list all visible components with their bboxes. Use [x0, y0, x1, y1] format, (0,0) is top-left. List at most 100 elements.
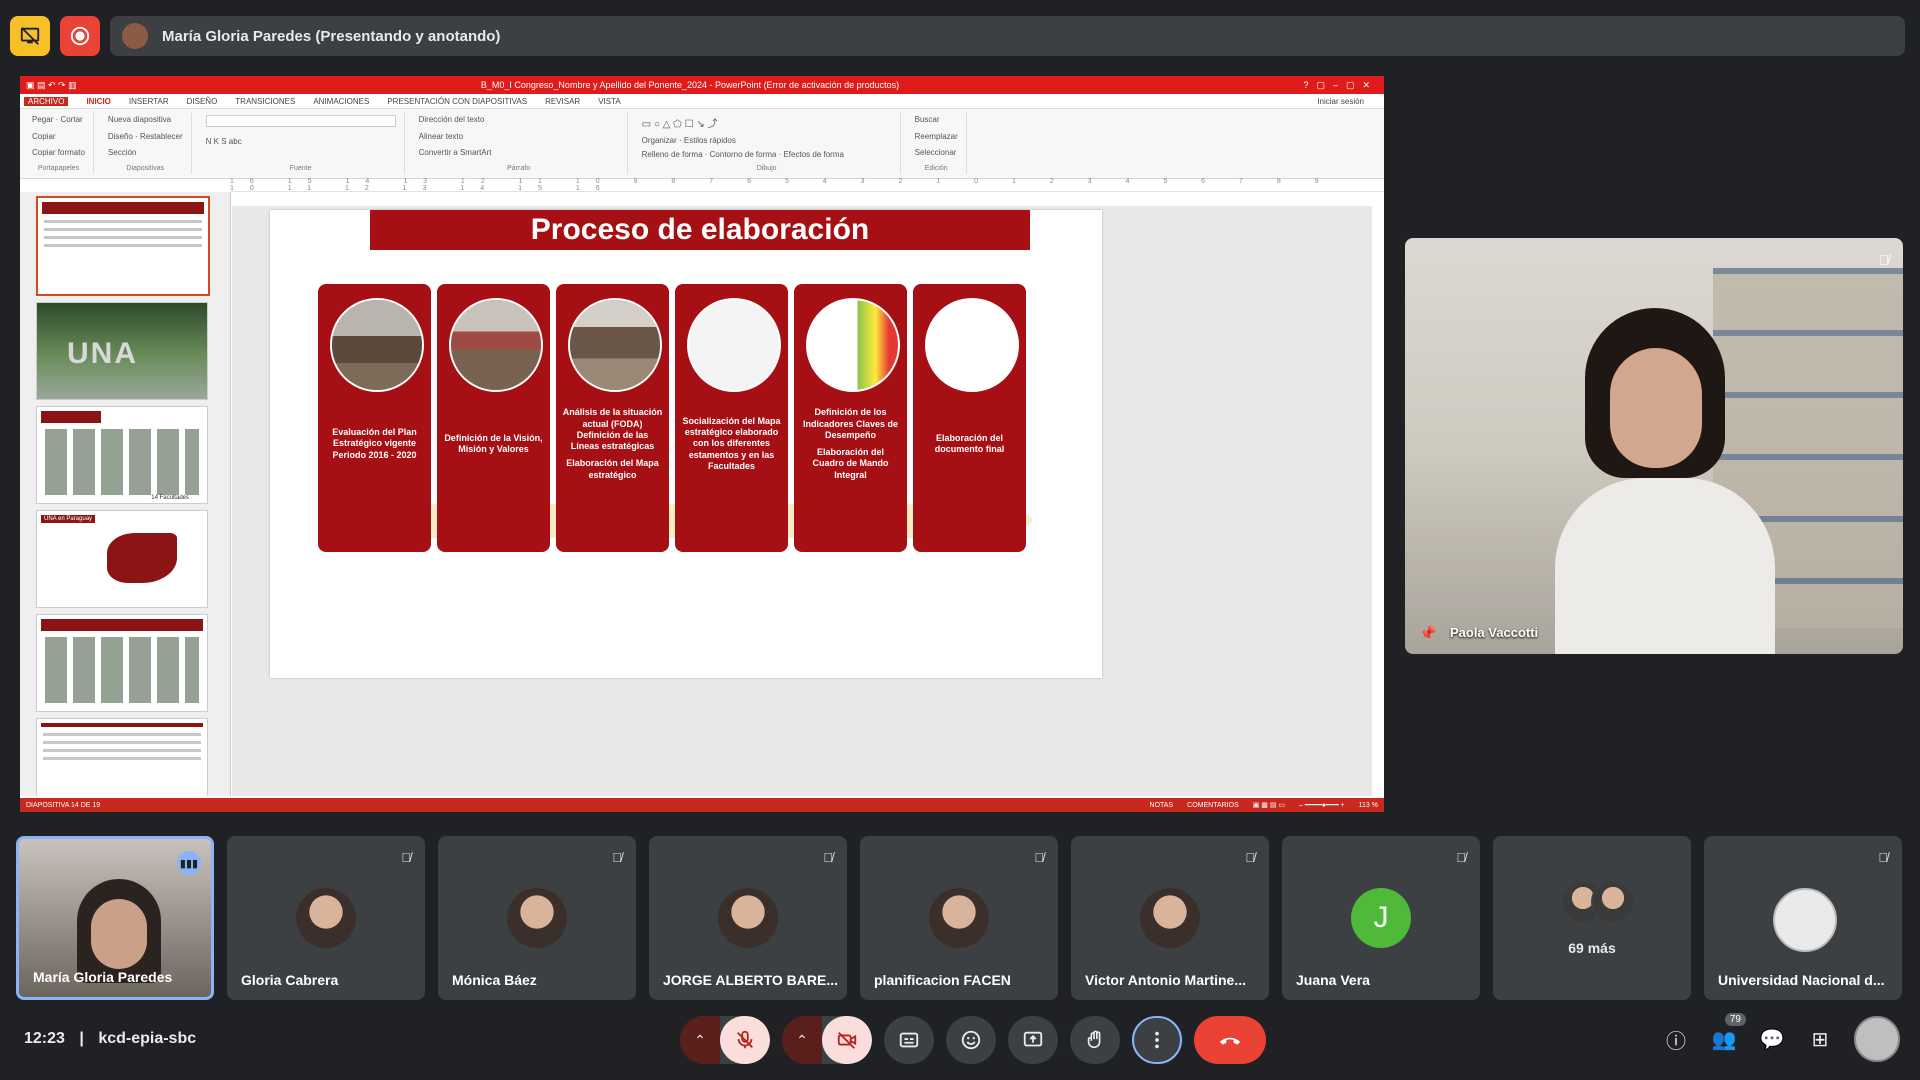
zoom-slider[interactable]: – ━━━━●━━━ +	[1299, 801, 1345, 809]
menu-diseno[interactable]: DISEÑO	[187, 97, 218, 106]
featured-participant-tile[interactable]: 🎙̸ 📌 Paola Vaccotti	[1405, 238, 1903, 654]
participant-tile[interactable]: 🎙̸ Victor Antonio Martine...	[1071, 836, 1269, 1000]
participant-strip: ▮▮▮ María Gloria Paredes 🎙̸ Gloria Cabre…	[16, 836, 1902, 1000]
menu-transiciones[interactable]: TRANSICIONES	[235, 97, 295, 106]
find-button[interactable]: Buscar	[915, 115, 940, 124]
window-controls-icon[interactable]: ?▢–▢✕	[1303, 80, 1378, 91]
thumbnail-caption: 14 Facultades	[151, 495, 189, 501]
align-text-button[interactable]: Alinear texto	[419, 132, 463, 141]
shape-effects-button[interactable]: Efectos de forma	[783, 150, 843, 159]
presentation-off-icon[interactable]	[10, 16, 50, 56]
cut-button[interactable]: Cortar	[60, 115, 82, 124]
participant-tile[interactable]: J 🎙̸ Juana Vera	[1282, 836, 1480, 1000]
copy-button[interactable]: Copiar	[32, 132, 56, 141]
strike-button[interactable]: abc	[229, 137, 242, 146]
people-icon[interactable]: 👥 79	[1710, 1012, 1746, 1052]
menu-presentacion[interactable]: PRESENTACIÓN CON DIAPOSITIVAS	[387, 97, 527, 106]
new-slide-button[interactable]: Nueva diapositiva	[108, 115, 171, 124]
zoom-level[interactable]: 113 %	[1359, 802, 1378, 809]
ppt-quick-access-icons[interactable]: ▣ ▤ ↶ ↷ ▥	[26, 80, 77, 91]
ppt-ribbon: Pegar · Cortar Copiar Copiar formato Por…	[20, 109, 1384, 179]
menu-archivo[interactable]: ARCHIVO	[24, 96, 69, 106]
menu-insertar[interactable]: INSERTAR	[129, 97, 169, 106]
avatar	[296, 888, 356, 948]
slide-thumbnail[interactable]: 6	[36, 718, 208, 796]
participant-name: María Gloria Paredes	[33, 969, 173, 985]
slide-thumbnail[interactable]: 5	[36, 614, 208, 712]
italic-button[interactable]: K	[214, 137, 219, 146]
participant-tile[interactable]: 🎙̸ Universidad Nacional d...	[1704, 836, 1902, 1000]
info-icon[interactable]: ⓘ	[1662, 1025, 1690, 1054]
present-screen-icon[interactable]	[1008, 1016, 1058, 1064]
shape-outline-button[interactable]: Contorno de forma	[710, 150, 777, 159]
thumbnail-grid	[45, 429, 199, 495]
ribbon-group-label: Edición	[924, 164, 948, 172]
select-button[interactable]: Seleccionar	[915, 148, 957, 157]
process-card: Definición de los Indicadores Claves de …	[794, 284, 907, 552]
mic-control: ⌃	[680, 1016, 770, 1064]
participant-tile-self[interactable]: ▮▮▮ María Gloria Paredes	[16, 836, 214, 1000]
text-direction-button[interactable]: Dirección del texto	[419, 115, 485, 124]
underline-button[interactable]: S	[221, 137, 226, 146]
quick-styles-button[interactable]: Estilos rápidos	[684, 136, 736, 145]
ribbon-group-label: Diapositivas	[126, 164, 165, 172]
slide-thumbnail[interactable]: 2 UNA	[36, 302, 208, 400]
card-photo	[449, 298, 543, 392]
more-participants-tile[interactable]: 69 más	[1493, 836, 1691, 1000]
activities-icon[interactable]: ⊞	[1806, 1027, 1834, 1052]
more-options-icon[interactable]	[1132, 1016, 1182, 1064]
participant-tile[interactable]: 🎙̸ Mónica Báez	[438, 836, 636, 1000]
format-painter-button[interactable]: Copiar formato	[32, 148, 85, 157]
slide-canvas[interactable]: Proceso de elaboración Evaluación del Pl…	[232, 206, 1372, 796]
mic-options-chevron-icon[interactable]: ⌃	[680, 1016, 720, 1064]
section-button[interactable]: Sección	[108, 148, 136, 157]
font-name-box[interactable]	[205, 115, 396, 127]
menu-vista[interactable]: VISTA	[598, 97, 621, 106]
participant-video	[1555, 308, 1775, 654]
participant-tile[interactable]: 🎙̸ planificacion FACEN	[860, 836, 1058, 1000]
reset-button[interactable]: Restablecer	[140, 132, 183, 141]
slide-thumbnail[interactable]: 1	[36, 196, 210, 296]
layout-button[interactable]: Diseño	[108, 132, 133, 141]
signin-link[interactable]: Iniciar sesión	[1317, 97, 1384, 106]
presenter-banner[interactable]: María Gloria Paredes (Presentando y anot…	[110, 16, 1905, 56]
smartart-button[interactable]: Convertir a SmartArt	[419, 148, 492, 157]
slide-thumbnail-pane[interactable]: 1 2 UNA 3 14 Facultades 4 UNA en Paragua…	[20, 192, 231, 796]
chat-icon[interactable]: 💬	[1758, 1027, 1786, 1052]
menu-revisar[interactable]: REVISAR	[545, 97, 580, 106]
mic-off-icon[interactable]	[720, 1016, 770, 1064]
arrange-button[interactable]: Organizar	[642, 136, 677, 145]
shapes-gallery-icon[interactable]: ▭ ○ △ ⬠ ☐ ↘ ⤴	[642, 115, 892, 130]
participant-tile[interactable]: 🎙̸ Gloria Cabrera	[227, 836, 425, 1000]
pin-icon[interactable]: 📌	[1419, 625, 1436, 642]
captions-icon[interactable]	[884, 1016, 934, 1064]
menu-animaciones[interactable]: ANIMACIONES	[313, 97, 369, 106]
paste-button[interactable]: Pegar	[32, 115, 53, 124]
current-slide[interactable]: Proceso de elaboración Evaluación del Pl…	[270, 210, 1102, 678]
slide-thumbnail[interactable]: 4 UNA en Paraguay	[36, 510, 208, 608]
raise-hand-icon[interactable]	[1070, 1016, 1120, 1064]
camera-off-icon[interactable]	[822, 1016, 872, 1064]
participant-name: Mónica Báez	[452, 972, 537, 988]
bold-button[interactable]: N	[206, 137, 212, 146]
participant-name: planificacion FACEN	[874, 972, 1011, 988]
notes-button[interactable]: NOTAS	[1150, 802, 1174, 809]
slide-counter: DIAPOSITIVA 14 DE 19	[26, 801, 101, 809]
camera-options-chevron-icon[interactable]: ⌃	[782, 1016, 822, 1064]
leave-call-icon[interactable]	[1194, 1016, 1266, 1064]
comments-button[interactable]: COMENTARIOS	[1187, 802, 1239, 809]
participant-name: Universidad Nacional d...	[1718, 972, 1885, 988]
replace-button[interactable]: Reemplazar	[915, 132, 958, 141]
shape-fill-button[interactable]: Relleno de forma	[642, 150, 703, 159]
view-buttons-icon[interactable]: ▣ ▦ ▤ ▭	[1253, 801, 1285, 809]
participant-name: Gloria Cabrera	[241, 972, 339, 988]
mic-off-icon: 🎙̸	[612, 850, 622, 865]
menu-inicio[interactable]: INICIO	[86, 97, 110, 106]
self-avatar[interactable]	[1854, 1016, 1900, 1062]
record-icon[interactable]	[60, 16, 100, 56]
thumbnail-header	[41, 619, 203, 631]
emoji-icon[interactable]	[946, 1016, 996, 1064]
process-card: Definición de la Visión, Misión y Valore…	[437, 284, 550, 552]
participant-tile[interactable]: 🎙̸ JORGE ALBERTO BARE...	[649, 836, 847, 1000]
slide-thumbnail[interactable]: 3 14 Facultades	[36, 406, 208, 504]
